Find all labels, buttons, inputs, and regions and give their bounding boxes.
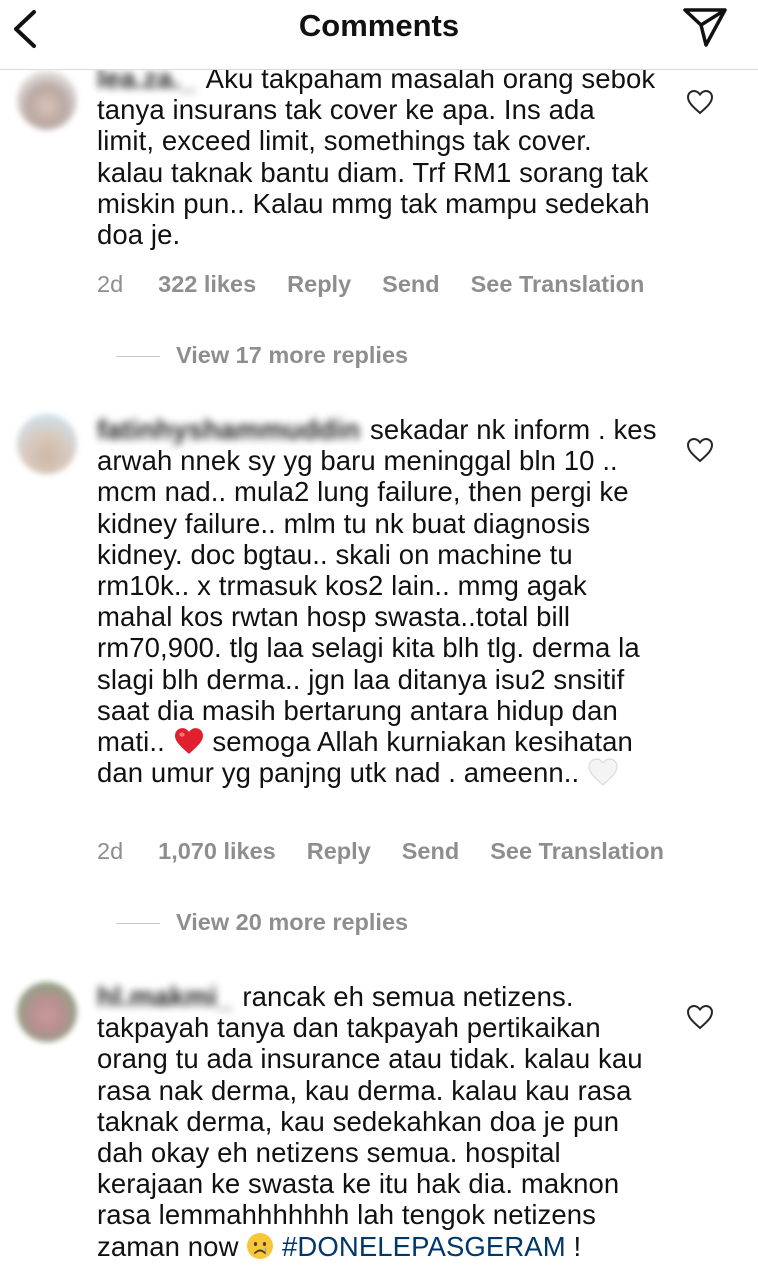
crying-face-emoji-icon [247, 1232, 274, 1259]
comment-meta: 2d 322 likes Reply Send See Translation [97, 271, 675, 298]
avatar[interactable] [17, 414, 77, 474]
comment-text: lea.za._ Aku takpaham masalah orang sebok… [97, 63, 657, 250]
likes-count[interactable]: 322 likes [158, 271, 256, 297]
red-heart-emoji-icon [174, 728, 203, 754]
comment-username[interactable]: hl.makmi_ [97, 981, 232, 1012]
view-replies-label: View 17 more replies [176, 342, 409, 368]
comment-time: 2d [97, 271, 124, 297]
send-button[interactable]: Send [402, 838, 459, 864]
reply-button[interactable]: Reply [307, 838, 371, 864]
replies-divider-line [116, 356, 160, 358]
see-translation-button[interactable]: See Translation [471, 271, 645, 297]
comment-body: rancak eh semua netizens. takpayah tanya… [97, 981, 643, 1262]
avatar[interactable] [17, 982, 77, 1042]
view-more-replies[interactable]: View 20 more replies [116, 909, 408, 936]
white-heart-emoji-icon [588, 758, 618, 786]
like-heart-icon[interactable] [686, 437, 714, 463]
comment-username[interactable]: fatinhyshammuddin [97, 414, 360, 445]
avatar[interactable] [17, 70, 77, 130]
comment-body-end: ! [565, 1230, 582, 1262]
replies-divider-line [116, 923, 160, 925]
see-translation-button[interactable]: See Translation [490, 838, 664, 864]
comment-body: sekadar nk inform . kes arwah nnek sy yg… [97, 414, 657, 758]
comment-text: hl.makmi_ rancak eh semua netizens. takpa… [97, 981, 667, 1262]
like-heart-icon[interactable] [686, 1004, 714, 1030]
view-replies-label: View 20 more replies [176, 909, 409, 935]
likes-count[interactable]: 1,070 likes [158, 838, 276, 864]
comment-text: fatinhyshammuddin sekadar nk inform . kes… [97, 414, 657, 788]
comment-meta: 2d 1,070 likes Reply Send See Translation [97, 838, 695, 865]
top-bar: Comments [0, 0, 758, 70]
view-more-replies[interactable]: View 17 more replies [116, 342, 408, 369]
comment-time: 2d [97, 838, 124, 864]
like-heart-icon[interactable] [686, 89, 714, 115]
direct-send-icon[interactable] [682, 6, 728, 48]
reply-button[interactable]: Reply [287, 271, 351, 297]
page-title: Comments [298, 8, 460, 43]
send-button[interactable]: Send [382, 271, 439, 297]
hashtag-link[interactable]: #DONELEPASGERAM [282, 1231, 566, 1262]
